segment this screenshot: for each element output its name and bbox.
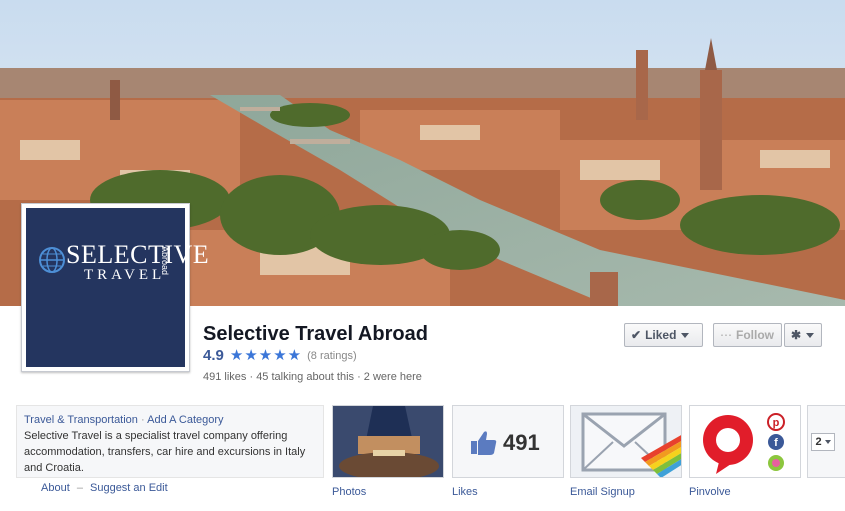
profile-picture[interactable]: SELECTIVE TRAVEL Abroad [21,203,209,372]
star-icon: ★ [229,347,244,364]
app-label-likes[interactable]: Likes [452,486,478,498]
more-apps-box: 2 [807,405,845,478]
star-icon: ★ [244,347,258,364]
about-description: Selective Travel is a specialist travel … [24,430,306,474]
chevron-down-icon [681,332,690,338]
pinvolve-logo: p f [690,406,800,477]
about-link[interactable]: About [41,482,70,494]
logo-text-abroad: Abroad [160,246,170,276]
app-email-signup[interactable] [570,405,682,478]
rss-icon: ⋯ [720,328,732,342]
more-apps-button[interactable]: 2 [811,433,835,451]
app-label-photos[interactable]: Photos [332,486,366,498]
app-photos[interactable] [332,405,444,478]
follow-button[interactable]: ⋯ Follow [713,323,782,347]
logo-background: SELECTIVE TRAVEL Abroad [26,208,209,367]
app-likes[interactable]: 491 [452,405,564,478]
add-category-link[interactable]: Add A Category [147,414,223,426]
chevron-down-icon [824,440,831,444]
rating-stars[interactable]: ★ ★ ★ ★ ★ [230,348,301,363]
app-label-email-signup[interactable]: Email Signup [570,486,635,498]
app-pinvolve[interactable]: p f [689,405,801,478]
liked-label: Liked [645,328,677,342]
chevron-down-icon [806,332,815,338]
logo-text-travel: TRAVEL [84,267,166,283]
more-apps-count: 2 [815,436,822,448]
rating-value: 4.9 [203,347,224,364]
page-title[interactable]: Selective Travel Abroad [203,323,428,346]
about-box: Travel & Transportation · Add A Category… [16,405,324,478]
star-icon: ★ [287,347,302,364]
page-options-button[interactable]: ✱ [784,323,822,347]
liked-button[interactable]: ✔ Liked [624,323,703,347]
svg-text:p: p [773,417,780,429]
category-link[interactable]: Travel & Transportation [24,414,138,426]
follow-label: Follow [736,328,774,342]
page-stats: 491 likes · 45 talking about this · 2 we… [203,371,422,383]
suggest-edit-link[interactable]: Suggest an Edit [90,482,168,494]
about-links: About – Suggest an Edit [41,482,168,494]
rating-summary: 4.9 ★ ★ ★ ★ ★ (8 ratings) [203,347,357,364]
envelope-icon [571,406,681,477]
photos-thumbnail [333,406,443,477]
star-icon: ★ [273,347,287,364]
globe-icon [39,247,65,273]
star-icon: ★ [258,347,273,364]
thumbs-up-icon [471,431,497,455]
rating-count[interactable]: (8 ratings) [307,350,357,362]
svg-text:f: f [774,437,778,449]
logo-text-selective: SELECTIVE [66,240,210,269]
checkmark-icon: ✔ [631,328,642,342]
gear-icon: ✱ [791,328,802,342]
likes-count: 491 [503,430,540,455]
separator: – [76,482,83,494]
app-label-pinvolve[interactable]: Pinvolve [689,486,731,498]
